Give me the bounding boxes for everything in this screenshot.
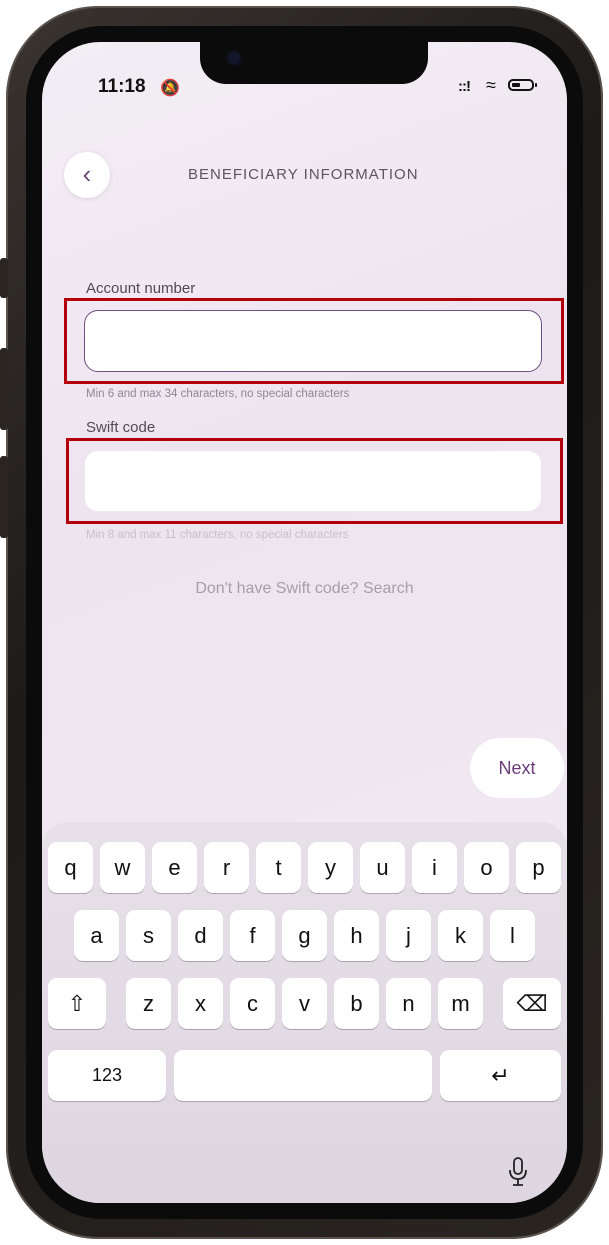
- wifi-icon: ≈: [486, 75, 496, 95]
- microphone-icon[interactable]: [508, 1157, 528, 1187]
- key-r[interactable]: r: [204, 842, 249, 893]
- key-b[interactable]: b: [334, 978, 379, 1029]
- return-key[interactable]: ↵: [440, 1050, 561, 1101]
- key-o[interactable]: o: [464, 842, 509, 893]
- key-w[interactable]: w: [100, 842, 145, 893]
- numbers-key[interactable]: 123: [48, 1050, 166, 1101]
- key-z[interactable]: z: [126, 978, 171, 1029]
- swift-code-label: Swift code: [86, 419, 156, 436]
- swift-code-hint: Min 8 and max 11 characters, no special …: [86, 529, 349, 541]
- key-i[interactable]: i: [412, 842, 457, 893]
- side-button: [0, 258, 8, 298]
- volume-up-button: [0, 348, 8, 430]
- back-button[interactable]: ‹: [64, 152, 110, 198]
- space-key[interactable]: [174, 1050, 432, 1101]
- account-number-hint: Min 6 and max 34 characters, no special …: [86, 388, 350, 400]
- page-title: BENEFICIARY INFORMATION: [188, 166, 419, 183]
- key-h[interactable]: h: [334, 910, 379, 961]
- shift-key[interactable]: ⇧: [48, 978, 106, 1029]
- account-number-label: Account number: [86, 280, 196, 297]
- highlight-box: [66, 438, 563, 524]
- key-c[interactable]: c: [230, 978, 275, 1029]
- screen: 11:18 🔕 ::! ≈ ‹ BENEFICIARY INFORMATION …: [42, 42, 567, 1203]
- key-m[interactable]: m: [438, 978, 483, 1029]
- key-u[interactable]: u: [360, 842, 405, 893]
- backspace-key[interactable]: ⌫: [503, 978, 561, 1029]
- battery-icon: [508, 79, 537, 91]
- key-g[interactable]: g: [282, 910, 327, 961]
- highlight-box: [64, 298, 564, 384]
- key-t[interactable]: t: [256, 842, 301, 893]
- status-time: 11:18: [98, 76, 146, 97]
- key-p[interactable]: p: [516, 842, 561, 893]
- key-n[interactable]: n: [386, 978, 431, 1029]
- key-v[interactable]: v: [282, 978, 327, 1029]
- next-button[interactable]: Next: [470, 738, 564, 798]
- volume-down-button: [0, 456, 8, 538]
- swift-search-link[interactable]: Don't have Swift code? Search: [42, 580, 567, 598]
- key-x[interactable]: x: [178, 978, 223, 1029]
- key-l[interactable]: l: [490, 910, 535, 961]
- key-y[interactable]: y: [308, 842, 353, 893]
- return-icon: ↵: [491, 1063, 510, 1088]
- backspace-icon: ⌫: [516, 991, 548, 1016]
- key-d[interactable]: d: [178, 910, 223, 961]
- key-q[interactable]: q: [48, 842, 93, 893]
- key-f[interactable]: f: [230, 910, 275, 961]
- camera: [228, 52, 240, 64]
- chevron-left-icon: ‹: [82, 159, 92, 189]
- signal-icon: ::!: [458, 78, 471, 95]
- key-a[interactable]: a: [74, 910, 119, 961]
- key-k[interactable]: k: [438, 910, 483, 961]
- key-e[interactable]: e: [152, 842, 197, 893]
- bell-muted-icon: 🔕: [160, 80, 180, 97]
- shift-icon: ⇧: [67, 991, 87, 1016]
- notch: [200, 42, 428, 84]
- key-j[interactable]: j: [386, 910, 431, 961]
- key-s[interactable]: s: [126, 910, 171, 961]
